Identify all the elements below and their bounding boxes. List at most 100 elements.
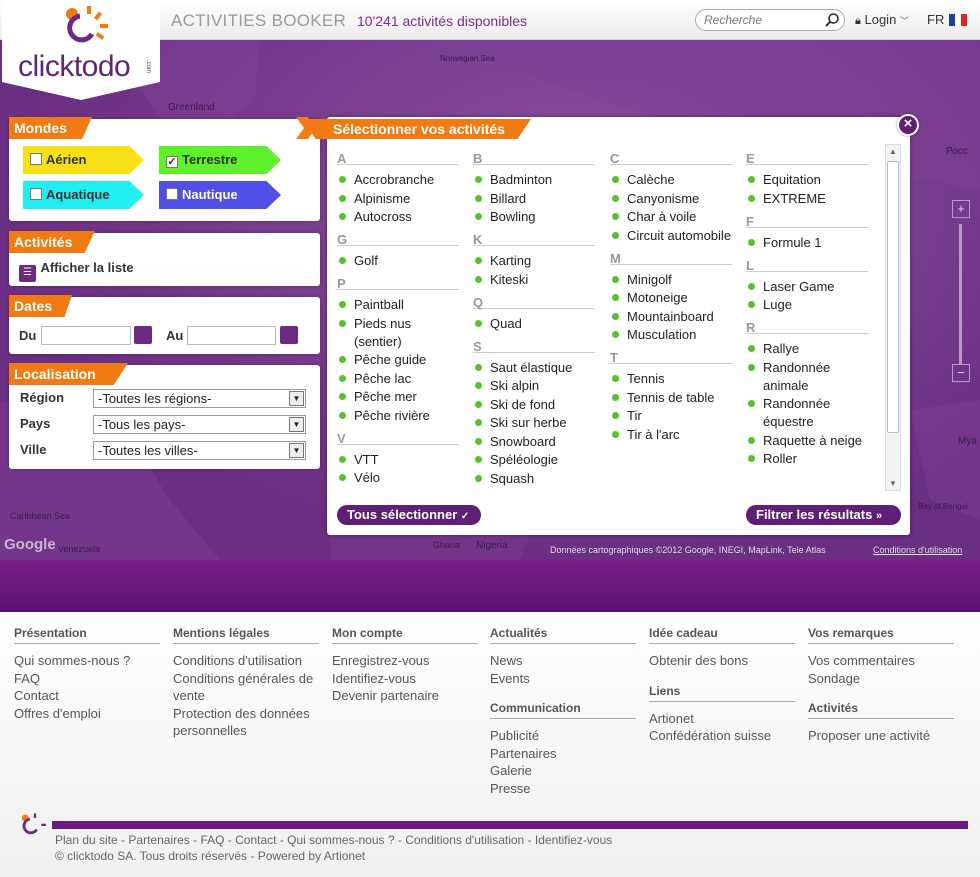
checkbox-nautique[interactable]: [166, 188, 178, 200]
footer-bottom-link[interactable]: Conditions d'utilisation: [405, 833, 524, 847]
activity-item[interactable]: Rallye: [746, 340, 868, 358]
activity-item[interactable]: VTT: [337, 451, 459, 469]
activity-item[interactable]: Paintball: [337, 296, 459, 314]
footer-link[interactable]: Galerie: [490, 762, 636, 780]
map-terms-link[interactable]: Conditions d'utilisation: [873, 545, 962, 555]
footer-link[interactable]: Vos commentaires: [808, 652, 954, 670]
footer-logo-icon[interactable]: [15, 812, 47, 840]
activity-item[interactable]: Ski sur herbe: [473, 414, 595, 432]
zoom-in-icon[interactable]: +: [952, 200, 970, 218]
activity-item[interactable]: Autocross: [337, 208, 459, 226]
footer-link[interactable]: Conditions générales de vente: [173, 670, 319, 705]
footer-link[interactable]: Confédération suisse: [649, 727, 795, 745]
scroll-thumb[interactable]: [887, 161, 899, 433]
activity-item[interactable]: Pêche mer: [337, 388, 459, 406]
footer-link[interactable]: Publicité: [490, 727, 636, 745]
footer-link[interactable]: Partenaires: [490, 745, 636, 763]
activity-item[interactable]: Tir à l'arc: [610, 426, 732, 444]
activity-item[interactable]: Randonnée équestre: [746, 395, 868, 431]
zoom-out-icon[interactable]: −: [952, 364, 970, 382]
region-select[interactable]: -Toutes les régions- ▼: [93, 389, 306, 408]
activity-item[interactable]: Vélo: [337, 469, 459, 487]
activity-item[interactable]: Ski alpin: [473, 377, 595, 395]
footer-link[interactable]: Qui sommes-nous ?: [14, 652, 160, 670]
activity-item[interactable]: Ski de fond: [473, 396, 595, 414]
activity-item[interactable]: Char à voile: [610, 208, 732, 226]
footer-bottom-link[interactable]: Partenaires: [128, 833, 189, 847]
monde-aquatique[interactable]: Aquatique: [23, 181, 144, 209]
activity-item[interactable]: Alpinisme: [337, 190, 459, 208]
footer-bottom-link[interactable]: FAQ: [200, 833, 224, 847]
activity-item[interactable]: Tir: [610, 407, 732, 425]
activity-item[interactable]: Luge: [746, 296, 868, 314]
activity-item[interactable]: Formule 1: [746, 234, 868, 252]
activity-item[interactable]: Quad: [473, 315, 595, 333]
search-input[interactable]: [704, 12, 819, 28]
activity-item[interactable]: Pieds nus (sentier): [337, 315, 459, 351]
activity-item[interactable]: Randonnée animale: [746, 359, 868, 395]
close-icon[interactable]: ×: [897, 114, 919, 136]
activities-scrollbar[interactable]: ▲ ▼: [885, 144, 901, 491]
activity-item[interactable]: Calèche: [610, 171, 732, 189]
country-select[interactable]: -Tous les pays- ▼: [93, 415, 306, 434]
login-menu[interactable]: 🔒︎ Login ﹀: [855, 12, 909, 28]
filter-results-button[interactable]: Filtrer les résultats »: [746, 505, 901, 525]
activity-item[interactable]: Karting: [473, 252, 595, 270]
footer-link[interactable]: Obtenir des bons: [649, 652, 795, 670]
calendar-to-icon[interactable]: [280, 326, 298, 344]
date-from-input[interactable]: [41, 326, 131, 345]
activity-item[interactable]: Minigolf: [610, 271, 732, 289]
footer-link[interactable]: News: [490, 652, 636, 670]
dropdown-arrow-icon[interactable]: ▼: [289, 443, 304, 458]
activity-item[interactable]: Kiteski: [473, 271, 595, 289]
activity-item[interactable]: Pêche guide: [337, 351, 459, 369]
activity-item[interactable]: Roller: [746, 450, 868, 468]
activity-item[interactable]: EXTREME: [746, 190, 868, 208]
scroll-up-icon[interactable]: ▲: [889, 147, 897, 156]
activity-item[interactable]: Golf: [337, 252, 459, 270]
activity-item[interactable]: Pêche rivière: [337, 407, 459, 425]
footer-link[interactable]: FAQ: [14, 670, 160, 688]
zoom-slider[interactable]: [959, 224, 962, 364]
footer-link[interactable]: Events: [490, 670, 636, 688]
activity-item[interactable]: Canyonisme: [610, 190, 732, 208]
calendar-from-icon[interactable]: [134, 326, 152, 344]
activity-item[interactable]: Mountainboard: [610, 308, 732, 326]
footer-link[interactable]: Proposer une activité: [808, 727, 954, 745]
activity-item[interactable]: Pêche lac: [337, 370, 459, 388]
activity-item[interactable]: Motoneige: [610, 289, 732, 307]
activity-item[interactable]: Accrobranche: [337, 171, 459, 189]
activity-item[interactable]: Tennis: [610, 370, 732, 388]
logo[interactable]: clicktodo .com: [2, 0, 160, 100]
activity-item[interactable]: Laser Game: [746, 278, 868, 296]
monde-aerien[interactable]: Aérien: [23, 146, 144, 174]
monde-terrestre[interactable]: ✓ Terrestre: [159, 146, 281, 174]
french-flag-icon[interactable]: [949, 14, 967, 26]
search-box[interactable]: [695, 9, 845, 31]
language-selector[interactable]: FR: [927, 12, 944, 27]
footer-link[interactable]: Artionet: [649, 710, 795, 728]
activities-list[interactable]: A Accrobranche Alpinisme Autocross G Golf P Pai…: [337, 147, 882, 493]
city-select[interactable]: -Toutes les villes- ▼: [93, 441, 306, 460]
dropdown-arrow-icon[interactable]: ▼: [289, 417, 304, 432]
footer-bottom-link[interactable]: Plan du site: [55, 833, 118, 847]
footer-link[interactable]: Contact: [14, 687, 160, 705]
activity-item[interactable]: Raquette à neige: [746, 432, 868, 450]
footer-bottom-link[interactable]: Contact: [235, 833, 276, 847]
activity-item[interactable]: Circuit automobile: [610, 227, 732, 245]
checkbox-aquatique[interactable]: [30, 188, 42, 200]
activity-item[interactable]: Bowling: [473, 208, 595, 226]
search-icon[interactable]: [824, 12, 840, 28]
activity-item[interactable]: Spéléologie: [473, 451, 595, 469]
activity-item[interactable]: Tennis de table: [610, 389, 732, 407]
checkbox-terrestre[interactable]: ✓: [166, 156, 178, 168]
footer-link[interactable]: Devenir partenaire: [332, 687, 478, 705]
checkbox-aerien[interactable]: [30, 153, 42, 165]
map-zoom-control[interactable]: + −: [952, 200, 970, 400]
activity-item[interactable]: Badminton: [473, 171, 595, 189]
footer-link[interactable]: Sondage: [808, 670, 954, 688]
date-to-input[interactable]: [187, 326, 276, 345]
monde-nautique[interactable]: Nautique: [159, 181, 281, 209]
footer-link[interactable]: Conditions d'utilisation: [173, 652, 319, 670]
activity-item[interactable]: Equitation: [746, 171, 868, 189]
